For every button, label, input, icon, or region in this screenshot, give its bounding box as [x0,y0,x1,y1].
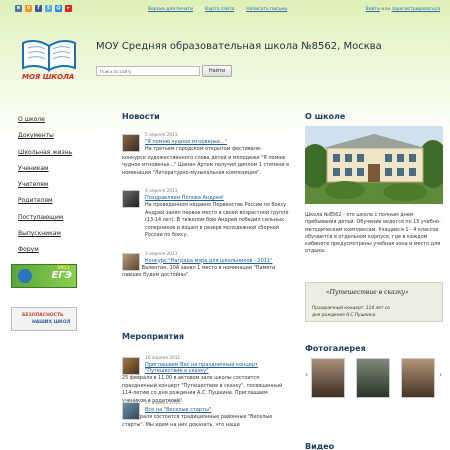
event-item: 17 апреля 2011 Все на "Веселые старты" 2… [122,401,290,429]
nav-item-applicants[interactable]: Поступающим [18,214,98,230]
event-thumbnail[interactable] [122,402,140,420]
news-thumbnail[interactable] [122,134,140,152]
nav-item-graduates[interactable]: Выпускникам [18,230,98,246]
nav-item-students[interactable]: Ученикам [18,165,98,181]
news-date: 4 апреля 2011 [145,189,178,194]
news-text: На проведенном недавно Первенстве России… [145,202,289,238]
print-version-link[interactable]: Версия для печати [148,7,193,12]
logo-text: МОЯ ШКОЛА [22,73,75,81]
youtube-icon[interactable]: ▸ [65,5,72,12]
event-title-link[interactable]: Приглашаем Вас на праздничный концерт "П… [145,362,290,374]
twitter-icon[interactable]: t [45,5,52,12]
news-text-continued: конкурсе художественного слова детей и м… [122,154,290,176]
mail-icon[interactable]: @ [55,5,62,12]
news-date: 3 апреля 2011 [145,251,178,257]
news-title: Новости [122,112,160,121]
photo-gallery: ‹ › [305,356,445,398]
event-title-link[interactable]: Все на "Веселые старты" [145,407,290,413]
event-date: 17 апреля 2011 [145,401,181,406]
event-text: 25 февраля состоится традиционные районн… [122,414,273,428]
write-letter-link[interactable]: Написать письмо [246,7,287,12]
news-thumbnail[interactable] [122,190,140,208]
search-button[interactable]: Найти [202,65,232,77]
news-title-link[interactable]: Конкурс "Награда мэра для школьников - 2… [145,258,290,264]
about-text: Школа №8562 - это школа с полным днем пр… [305,212,441,255]
news-date: 5 апреля 2011 [145,133,178,138]
utility-links: Версия для печати Карта сайта Написать п… [148,7,287,12]
gallery-photo[interactable] [401,358,435,398]
top-bar: в о f t @ ▸ Версия для печати Карта сайт… [0,0,450,20]
news-text: На третьем городском открытом фестивале- [145,146,262,152]
facebook-icon[interactable]: f [35,5,42,12]
news-section: Новости 5 апреля 2011 "Я помню чудное мг… [122,112,290,280]
news-item: 3 апреля 2011 Конкурс "Награда мэра для … [122,252,290,280]
gallery-photo[interactable] [356,358,390,398]
ege-emblem-icon [18,269,32,283]
nav-item-teachers[interactable]: Учителям [18,181,98,197]
pushkin-concert-banner[interactable]: «Путешествие в сказку» Праздничный конце… [305,282,443,322]
pushkin-heading: «Путешествие в сказку» [326,289,409,296]
ege-text: ЕГЭ [51,270,72,281]
nav-item-forum[interactable]: Форум [18,246,98,262]
login-area: Войти или зарегистрироваться [366,7,440,12]
vk-icon[interactable]: в [15,5,22,12]
search-input[interactable] [96,66,200,76]
gallery-title: Фотогалерея [305,344,366,353]
news-thumbnail[interactable] [122,252,140,271]
school-building-photo[interactable] [305,126,443,204]
news-item: 4 апреля 2011 Поздравляем Попова Андрея!… [122,189,290,240]
event-item: 16 апреля 2011 Приглашаем Вас на праздни… [122,356,290,405]
gallery-next-icon[interactable]: › [439,370,442,379]
register-link[interactable]: зарегистрироваться [392,7,440,12]
about-title: О школе [305,112,346,121]
video-title: Видео [305,442,335,450]
nav-item-parents[interactable]: Родителям [18,197,98,213]
sitemap-link[interactable]: Карта сайта [205,7,234,12]
login-or: или [381,7,391,12]
news-title-link[interactable]: Поздравляем Попова Андрея! [145,195,290,201]
social-icons: в о f t @ ▸ [15,5,72,12]
site-title: МОУ Средняя образовательная школа №8562,… [96,41,382,52]
pushkin-subtitle-1: Праздничный концерт. 114 лет со [312,306,390,311]
odnoklassniki-icon[interactable]: о [25,5,32,12]
event-thumbnail[interactable] [122,357,140,375]
safety-line-1: БЕЗОПАСНОСТЬ [22,313,64,318]
event-date: 16 апреля 2011 [145,356,181,361]
gallery-prev-icon[interactable]: ‹ [305,370,308,379]
safety-line-2: НАШИХ ШКОЛ [32,320,71,325]
news-item: 5 апреля 2011 "Я помню чудное мгновенье.… [122,133,290,177]
login-link[interactable]: Войти [366,7,380,12]
ege-banner[interactable]: 2011 ЕГЭ [11,264,77,288]
school-safety-banner[interactable]: БЕЗОПАСНОСТЬ НАШИХ ШКОЛ [11,307,77,331]
about-section: О школе [305,112,445,121]
left-nav: О школе Документы Школьная жизнь Ученика… [18,116,98,263]
nav-item-school-life[interactable]: Школьная жизнь [18,149,98,165]
gallery-photo[interactable] [311,358,345,398]
news-text: Козлов Валентин, 10А занял 1 место в ном… [122,264,276,279]
nav-item-documents[interactable]: Документы [18,132,98,148]
events-title: Мероприятия [122,332,184,341]
news-title-link[interactable]: "Я помню чудное мгновенье..." [145,139,290,145]
nav-item-about[interactable]: О школе [18,116,98,132]
pushkin-subtitle-2: дня рождения А.С.Пушкина [312,313,376,318]
